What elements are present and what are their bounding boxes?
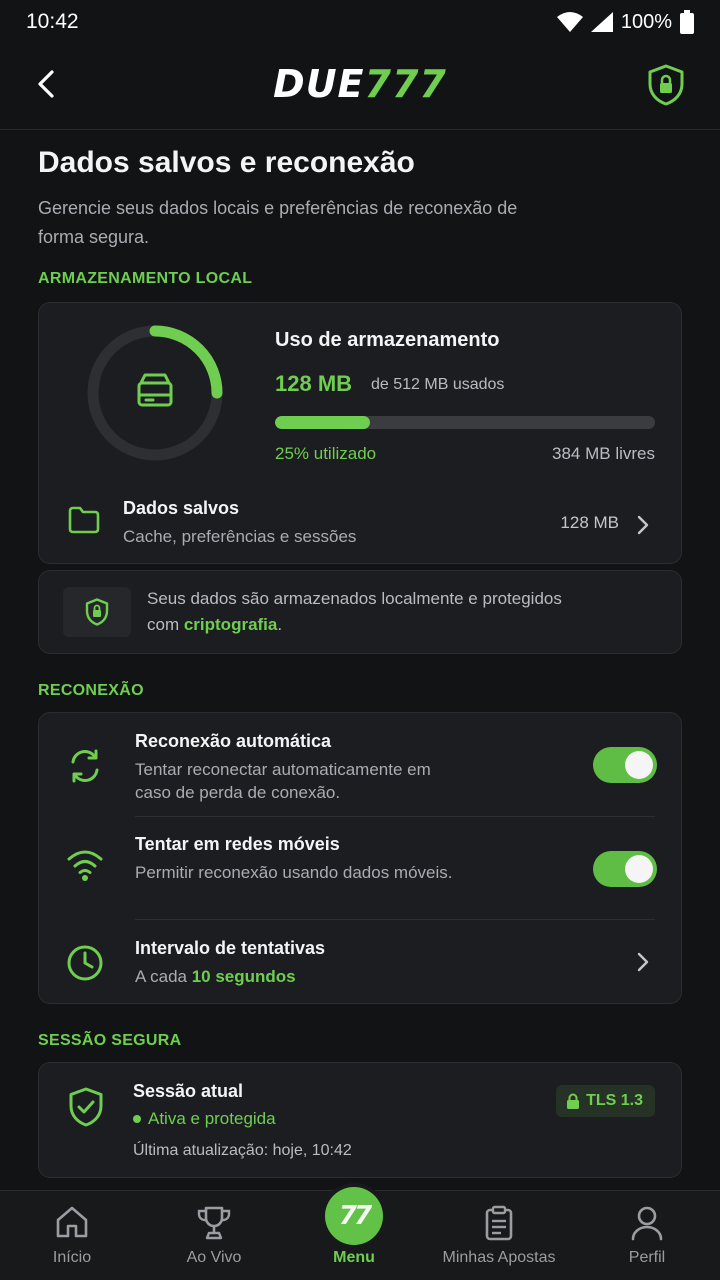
saved-data-row[interactable]: Dados salvos Cache, preferências e sessõ… (39, 487, 683, 563)
user-icon (631, 1206, 663, 1241)
usage-bar-fill (275, 416, 370, 429)
battery-percent: 100% (620, 10, 672, 33)
wifi-icon (67, 850, 103, 881)
reconnect-card: Reconexão automática Tentar reconectar a… (38, 712, 682, 1004)
nav-profile[interactable]: Perfil (574, 1191, 720, 1280)
hard-drive-icon (137, 373, 173, 407)
encryption-info-card: Seus dados são armazenados localmente e … (38, 570, 682, 654)
app-header: DUE777 (0, 44, 720, 130)
saved-data-subtitle: Cache, preferências e sessões (123, 527, 357, 546)
lock-icon (567, 1093, 580, 1109)
shield-check-icon (69, 1087, 103, 1127)
nav-menu-label: Menu (333, 1249, 375, 1266)
tls-badge: TLS 1.3 (556, 1085, 655, 1117)
shield-lock-icon (85, 598, 109, 626)
session-last-update: Última atualização: hoje, 10:42 (133, 1142, 352, 1159)
home-icon (56, 1206, 88, 1238)
bottom-nav: Início Ao Vivo 77 Menu Minhas Apostas Pe… (0, 1187, 720, 1280)
content: Dados salvos e reconexão Gerencie seus d… (0, 130, 720, 1190)
signal-icon (590, 12, 613, 32)
folder-icon (68, 506, 100, 534)
nav-menu[interactable]: 77 Menu (284, 1187, 424, 1280)
auto-reconnect-toggle[interactable] (593, 747, 657, 783)
auto-reconnect-subtitle: Tentar reconectar automaticamente em cas… (135, 760, 431, 802)
retry-interval-row[interactable]: Intervalo de tentativas A cada 10 segund… (39, 920, 683, 1004)
storage-card: Uso de armazenamento 128 MB de 512 MB us… (38, 302, 682, 564)
chevron-right-icon (637, 952, 649, 972)
mobile-networks-title: Tentar em redes móveis (135, 834, 340, 854)
menu-logo-button: 77 (325, 1187, 383, 1245)
storage-ring (87, 325, 223, 461)
encryption-highlight: criptografia (183, 615, 278, 634)
usage-title: Uso de armazenamento (275, 329, 500, 351)
status-bar: 10:42 100% (0, 0, 720, 44)
security-button[interactable] (646, 64, 686, 106)
nav-home[interactable]: Início (0, 1191, 144, 1280)
section-label-reconnect: RECONEXÃO (38, 682, 144, 699)
nav-home-label: Início (52, 1249, 92, 1266)
session-card: Sessão atual Ativa e protegida Última at… (38, 1062, 682, 1178)
retry-interval-value: A cada 10 segundos (135, 967, 296, 986)
saved-data-size: 128 MB (560, 513, 619, 532)
clipboard-icon (485, 1205, 513, 1241)
usage-bar (275, 416, 655, 429)
brand-logo: DUE777 (0, 62, 720, 106)
usage-amount: 128 MB (275, 371, 353, 396)
logo-text: DUE (273, 62, 365, 106)
page-title: Dados salvos e reconexão (38, 146, 415, 179)
nav-profile-label: Perfil (628, 1249, 666, 1266)
auto-reconnect-title: Reconexão automática (135, 731, 332, 751)
usage-total: de 512 MB usados (371, 376, 505, 393)
encryption-info-text: Seus dados são armazenados localmente e … (147, 589, 562, 634)
session-title: Sessão atual (133, 1081, 244, 1101)
page-subtitle: Gerencie seus dados locais e preferência… (38, 198, 518, 247)
menu-logo: 77 (338, 1201, 372, 1231)
section-label-session: SESSÃO SEGURA (38, 1032, 182, 1049)
retry-interval-title: Intervalo de tentativas (135, 938, 326, 958)
status-time: 10:42 (26, 10, 79, 33)
mobile-networks-row: Tentar em redes móveis Permitir reconexã… (39, 817, 683, 919)
saved-data-title: Dados salvos (123, 498, 240, 518)
trophy-icon (197, 1206, 231, 1240)
clock-icon (67, 945, 103, 981)
logo-number: 777 (364, 62, 447, 106)
refresh-icon (71, 749, 99, 783)
mobile-networks-toggle[interactable] (593, 851, 657, 887)
chevron-right-icon (637, 515, 649, 535)
section-label-storage: ARMAZENAMENTO LOCAL (38, 270, 253, 287)
status-dot (133, 1115, 141, 1123)
nav-live[interactable]: Ao Vivo (144, 1191, 284, 1280)
mobile-networks-subtitle: Permitir reconexão usando dados móveis. (135, 863, 453, 882)
auto-reconnect-row: Reconexão automática Tentar reconectar a… (39, 713, 683, 815)
shield-lock-icon (648, 64, 684, 106)
nav-my-bets-label: Minhas Apostas (442, 1249, 556, 1266)
nav-live-label: Ao Vivo (186, 1249, 242, 1266)
usage-free: 384 MB livres (552, 444, 655, 463)
session-status: Ativa e protegida (133, 1109, 276, 1129)
wifi-icon (556, 12, 583, 32)
nav-my-bets[interactable]: Minhas Apostas (424, 1191, 574, 1280)
battery-icon (680, 10, 694, 34)
usage-percent: 25% utilizado (275, 444, 377, 463)
